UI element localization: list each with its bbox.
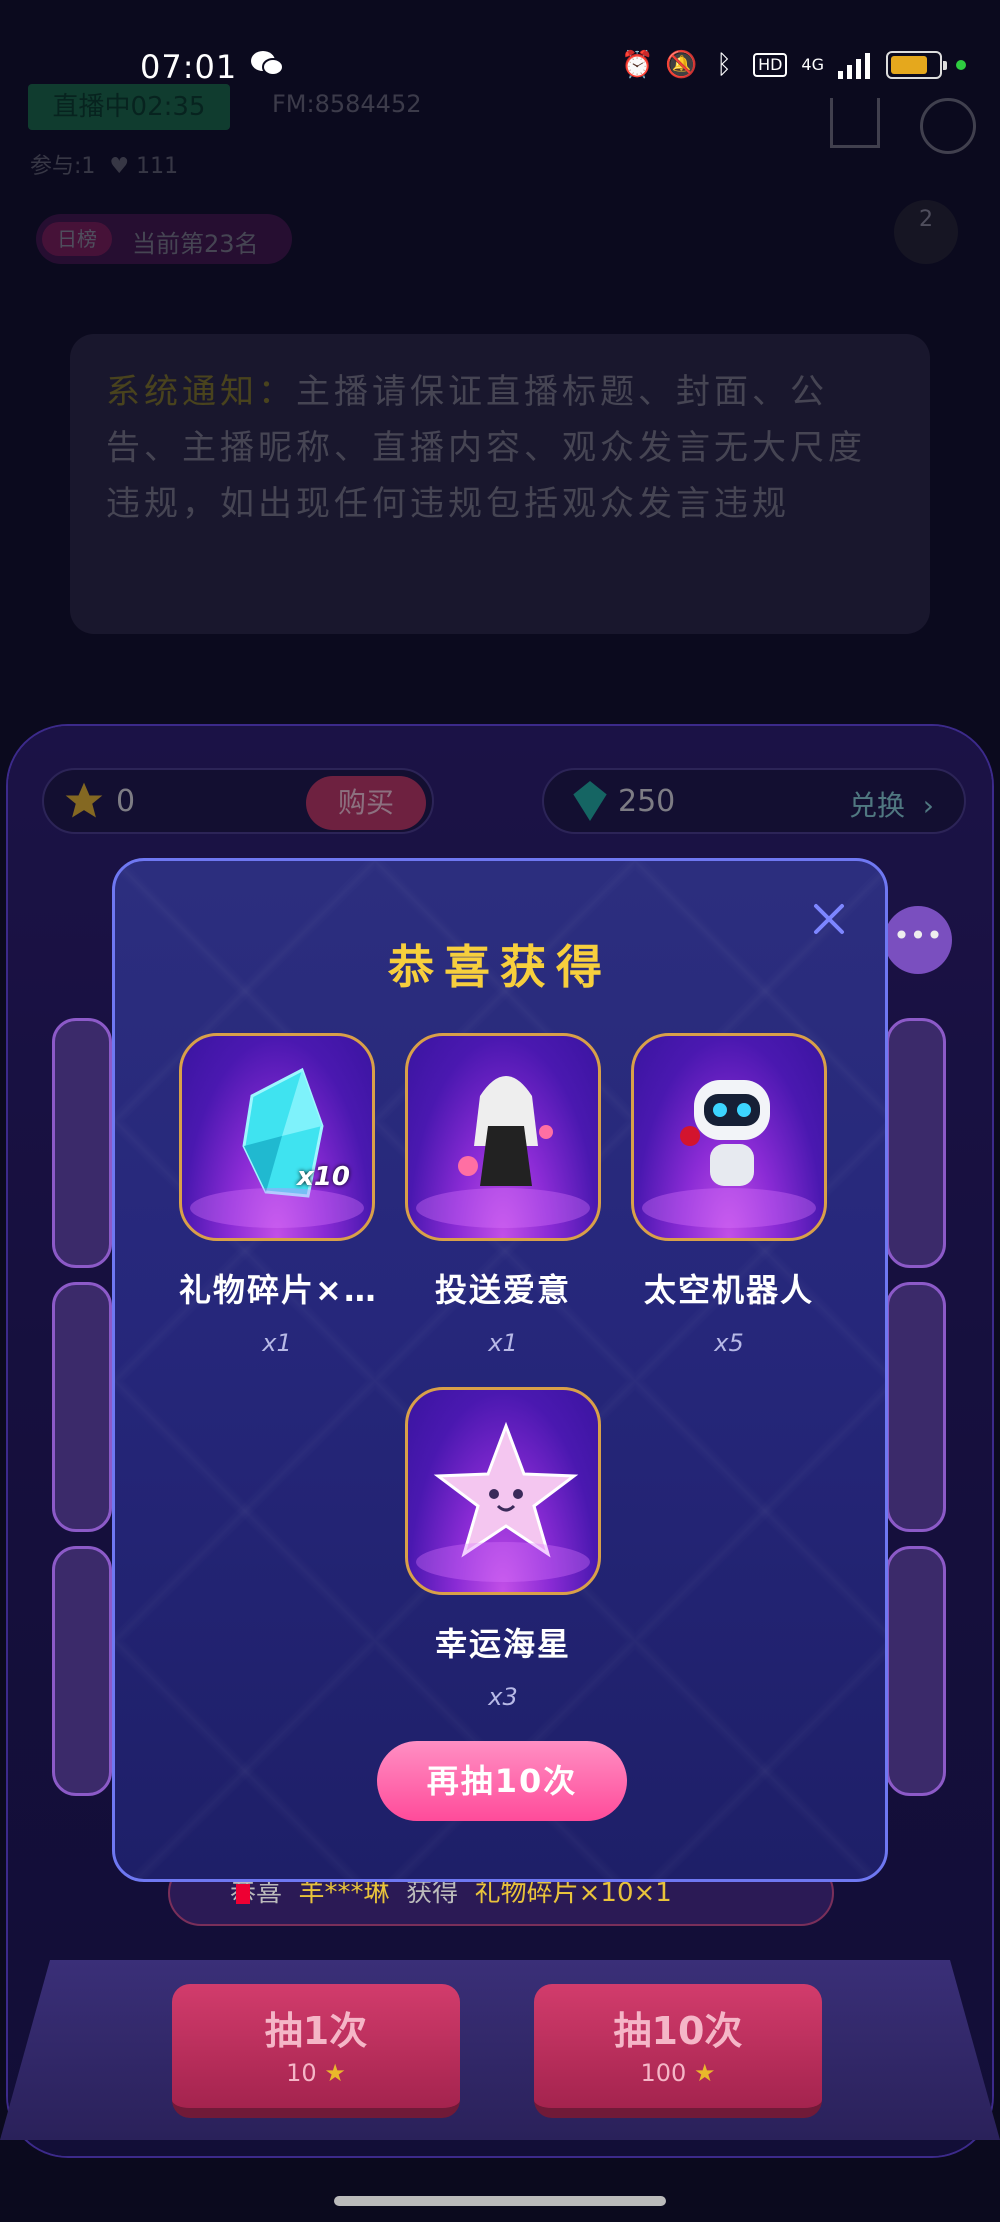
machine-base bbox=[0, 1960, 1000, 2140]
reward-item: 太空机器人 x5 bbox=[631, 1033, 827, 1357]
notice-label: 系统通知： bbox=[106, 372, 296, 412]
robot-icon bbox=[680, 1080, 770, 1186]
reward-box bbox=[405, 1387, 601, 1595]
draw-again-button[interactable]: 再抽10次 bbox=[377, 1741, 627, 1821]
ticker-item: 礼物碎片×10×1 bbox=[474, 1878, 672, 1908]
prize-card bbox=[52, 1018, 112, 1268]
joined-count: 参与:1 ♥ 111 bbox=[30, 154, 179, 179]
more-options-icon[interactable]: ••• bbox=[884, 906, 952, 974]
star-icon: ★ bbox=[693, 2059, 716, 2087]
prize-card bbox=[52, 1282, 112, 1532]
home-indicator[interactable] bbox=[334, 2196, 666, 2206]
star-icon: ★ bbox=[324, 2059, 346, 2087]
ticker-user: 羊***琳 bbox=[298, 1878, 390, 1908]
reward-name: 礼物碎片×… bbox=[179, 1271, 375, 1309]
reward-qty: x5 bbox=[714, 1329, 744, 1357]
prize-card bbox=[886, 1546, 946, 1796]
likes-count: 111 bbox=[136, 154, 179, 179]
top-right-controls bbox=[830, 98, 976, 154]
draw-once-button[interactable]: 抽1次 10 ★ bbox=[172, 1984, 460, 2118]
prize-card bbox=[886, 1018, 946, 1268]
share-icon[interactable] bbox=[830, 98, 880, 148]
viewer-count-badge[interactable]: 2 bbox=[894, 200, 958, 264]
reward-box: x10 bbox=[179, 1033, 375, 1241]
reward-name: 太空机器人 bbox=[643, 1271, 814, 1309]
reward-name: 投送爱意 bbox=[434, 1271, 571, 1309]
rank-text: 当前第23名 bbox=[132, 230, 259, 258]
joined-label: 参与:1 bbox=[30, 154, 96, 179]
draw-ten-button[interactable]: 抽10次 100 ★ bbox=[534, 1984, 822, 2118]
draw-ten-label: 抽10次 bbox=[613, 2009, 743, 2053]
starfish-icon bbox=[433, 1421, 579, 1558]
reward-box bbox=[631, 1033, 827, 1241]
prize-card bbox=[886, 1282, 946, 1532]
ticker-verb: 获得 bbox=[406, 1878, 459, 1908]
draw-once-cost: 10 ★ bbox=[172, 2059, 460, 2087]
modal-title: 恭喜获得 bbox=[388, 940, 612, 994]
crystal-icon bbox=[242, 1067, 324, 1198]
daily-rank-pill[interactable]: 日榜 当前第23名 bbox=[36, 214, 292, 264]
reward-item: x10 礼物碎片×… x1 bbox=[179, 1033, 375, 1357]
fm-number: FM:8584452 bbox=[272, 90, 422, 118]
live-status-badge: 直播中02:35 bbox=[28, 84, 230, 130]
reward-item: 投送爱意 x1 bbox=[405, 1033, 601, 1357]
modal-pattern bbox=[115, 861, 885, 1879]
angel-girl-icon bbox=[458, 1076, 553, 1186]
reward-qty: x1 bbox=[262, 1329, 292, 1357]
draw-ten-cost: 100 ★ bbox=[534, 2059, 822, 2087]
reward-modal: 恭喜获得 x10 礼物碎片×… x1 投送爱意 x1 太空机器人 x5 幸运海星… bbox=[112, 858, 888, 1882]
power-icon[interactable] bbox=[920, 98, 976, 154]
reward-name: 幸运海星 bbox=[434, 1625, 571, 1663]
speaker-icon bbox=[236, 1884, 250, 1904]
reward-qty: x1 bbox=[488, 1329, 518, 1357]
draw-once-cost-value: 10 bbox=[286, 2059, 317, 2087]
draw-once-label: 抽1次 bbox=[264, 2009, 368, 2053]
draw-ten-cost-value: 100 bbox=[640, 2059, 687, 2087]
system-notice: 系统通知：主播请保证直播标题、封面、公告、主播昵称、直播内容、观众发言无大尺度违… bbox=[70, 334, 930, 634]
reward-qty: x3 bbox=[488, 1683, 518, 1711]
rank-tag: 日榜 bbox=[42, 222, 112, 256]
reward-badge: x10 bbox=[297, 1162, 350, 1192]
reward-item: 幸运海星 x3 bbox=[405, 1387, 601, 1711]
prize-card bbox=[52, 1546, 112, 1796]
reward-box bbox=[405, 1033, 601, 1241]
